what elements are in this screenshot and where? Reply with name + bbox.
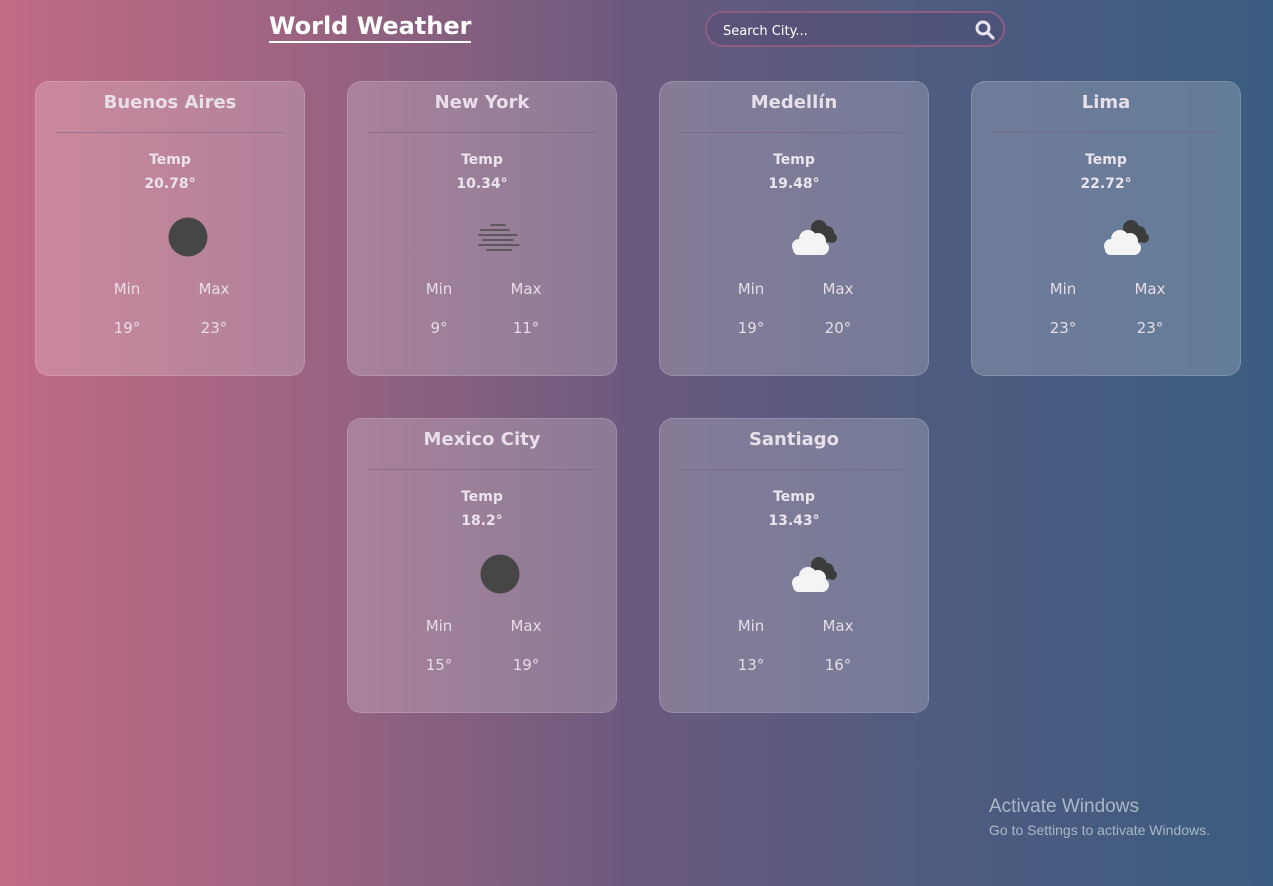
card-divider	[992, 132, 1220, 133]
city-name: Mexico City	[423, 429, 541, 450]
min-value: 19°	[737, 319, 765, 337]
min-label: Min	[113, 280, 141, 298]
weather-card: New York Temp 10.34° Min Max 9° 11°	[347, 81, 617, 376]
clouds-icon	[792, 557, 837, 592]
min-value: 9°	[430, 319, 448, 337]
temp-value: 18.2°	[461, 513, 503, 529]
city-name: Santiago	[748, 429, 840, 450]
min-label: Min	[425, 280, 453, 298]
min-label: Min	[1049, 280, 1077, 298]
activation-watermark: Activate Windows Go to Settings to activ…	[989, 796, 1210, 840]
temp-label: Temp	[773, 489, 815, 505]
min-value: 19°	[113, 319, 141, 337]
page-title: World Weather	[269, 12, 472, 43]
min-label: Min	[737, 617, 765, 635]
city-name: Buenos Aires	[103, 92, 237, 113]
weather-card: Mexico City Temp 18.2° Min Max 15° 19°	[347, 418, 617, 713]
max-label: Max	[1134, 280, 1166, 298]
weather-card: Medellín Temp 19.48° Min Max 19° 20°	[659, 81, 929, 376]
temp-value: 22.72°	[1080, 176, 1132, 192]
temp-value: 13.43°	[768, 513, 820, 529]
max-label: Max	[822, 617, 854, 635]
max-value: 20°	[824, 319, 852, 337]
city-name: Medellín	[750, 92, 838, 113]
weather-card: Buenos Aires Temp 20.78° Min Max 19° 23°	[35, 81, 305, 376]
temp-label: Temp	[149, 152, 191, 168]
max-value: 23°	[200, 319, 228, 337]
temp-label: Temp	[773, 152, 815, 168]
weather-card: Santiago Temp 13.43° Min Max 13° 16°	[659, 418, 929, 713]
temp-value: 10.34°	[456, 176, 508, 192]
temp-label: Temp	[461, 489, 503, 505]
max-label: Max	[510, 280, 542, 298]
max-value: 16°	[824, 656, 852, 674]
clear-icon	[168, 217, 208, 257]
city-name: New York	[434, 92, 530, 113]
temp-label: Temp	[1085, 152, 1127, 168]
min-value: 13°	[737, 656, 765, 674]
temp-value: 19.48°	[768, 176, 820, 192]
card-divider	[56, 132, 284, 133]
city-name: Lima	[1081, 92, 1131, 113]
search-icon[interactable]	[975, 20, 995, 40]
clouds-icon	[792, 220, 837, 255]
watermark-subtitle: Go to Settings to activate Windows.	[989, 822, 1210, 838]
max-label: Max	[822, 280, 854, 298]
card-divider	[368, 132, 596, 133]
max-label: Max	[510, 617, 542, 635]
card-divider	[680, 132, 908, 133]
weather-card: Lima Temp 22.72° Min Max 23° 23°	[971, 81, 1241, 376]
max-value: 23°	[1136, 319, 1164, 337]
temp-value: 20.78°	[144, 176, 196, 192]
card-divider	[680, 469, 908, 470]
clouds-icon	[1104, 220, 1149, 255]
min-label: Min	[737, 280, 765, 298]
search-box[interactable]	[705, 11, 1005, 47]
max-label: Max	[198, 280, 230, 298]
max-value: 19°	[512, 656, 540, 674]
max-value: 11°	[512, 319, 540, 337]
card-divider	[368, 469, 596, 470]
search-input[interactable]	[721, 21, 965, 41]
mist-icon	[478, 224, 520, 251]
clear-icon	[480, 554, 520, 594]
watermark-title: Activate Windows	[989, 796, 1139, 817]
min-value: 15°	[425, 656, 453, 674]
temp-label: Temp	[461, 152, 503, 168]
min-value: 23°	[1049, 319, 1077, 337]
min-label: Min	[425, 617, 453, 635]
